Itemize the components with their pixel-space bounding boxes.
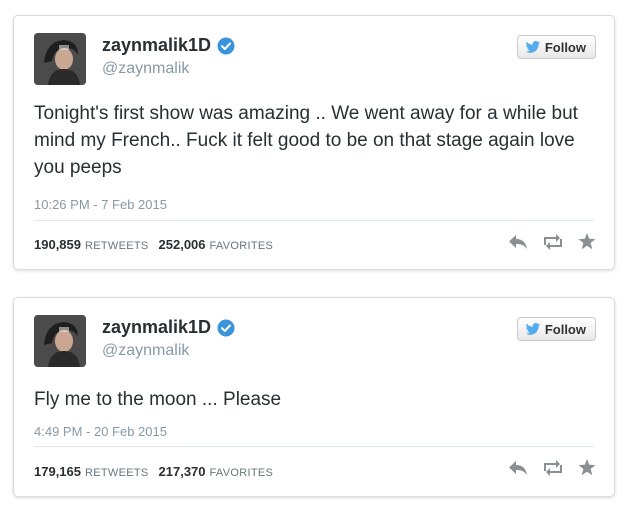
favorite-label: FAVORITES bbox=[209, 240, 274, 252]
reply-icon[interactable] bbox=[508, 460, 528, 476]
retweet-label: RETWEETS bbox=[85, 467, 149, 479]
favorite-count[interactable]: 252,006 bbox=[159, 237, 206, 252]
tweet-timestamp[interactable]: 10:26 PM - 7 Feb 2015 bbox=[34, 197, 167, 212]
tweet-stats: 190,859 RETWEETS 252,006 FAVORITES bbox=[34, 237, 283, 252]
favorite-label: FAVORITES bbox=[209, 467, 274, 479]
user-handle[interactable]: @zaynmalik bbox=[102, 342, 189, 360]
favorite-count[interactable]: 217,370 bbox=[159, 464, 206, 479]
retweet-icon[interactable] bbox=[542, 233, 564, 250]
reply-icon[interactable] bbox=[508, 234, 528, 250]
display-name[interactable]: zaynmalik1D bbox=[102, 317, 235, 338]
tweet-actions bbox=[494, 459, 596, 476]
follow-button[interactable]: Follow bbox=[516, 35, 596, 59]
tweet-card: zaynmalik1D @zaynmalik Follow Tonight's … bbox=[13, 15, 615, 270]
tweet-timestamp[interactable]: 4:49 PM - 20 Feb 2015 bbox=[34, 424, 167, 439]
display-name[interactable]: zaynmalik1D bbox=[102, 35, 235, 56]
tweet-text: Fly me to the moon ... Please bbox=[34, 389, 282, 410]
follow-label: Follow bbox=[544, 39, 586, 55]
retweet-label: RETWEETS bbox=[85, 240, 149, 252]
verified-badge-icon bbox=[217, 319, 235, 336]
divider bbox=[34, 446, 594, 447]
retweet-count[interactable]: 190,859 bbox=[34, 237, 81, 252]
tweet-stats: 179,165 RETWEETS 217,370 FAVORITES bbox=[34, 464, 283, 479]
twitter-bird-icon bbox=[525, 40, 540, 53]
follow-button[interactable]: Follow bbox=[516, 317, 596, 341]
avatar[interactable] bbox=[34, 315, 86, 367]
follow-label: Follow bbox=[544, 321, 586, 337]
tweet-card: zaynmalik1D @zaynmalik Follow Fly me to … bbox=[13, 297, 615, 497]
user-handle[interactable]: @zaynmalik bbox=[102, 60, 189, 78]
avatar[interactable] bbox=[34, 33, 86, 85]
verified-badge-icon bbox=[217, 37, 235, 54]
tweet-actions bbox=[494, 233, 596, 250]
retweet-icon[interactable] bbox=[542, 459, 564, 476]
favorite-star-icon[interactable] bbox=[578, 459, 596, 476]
twitter-bird-icon bbox=[525, 322, 540, 335]
tweet-text: Tonight's first show was amazing .. We w… bbox=[34, 103, 578, 178]
retweet-count[interactable]: 179,165 bbox=[34, 464, 81, 479]
favorite-star-icon[interactable] bbox=[578, 233, 596, 250]
divider bbox=[34, 220, 594, 221]
